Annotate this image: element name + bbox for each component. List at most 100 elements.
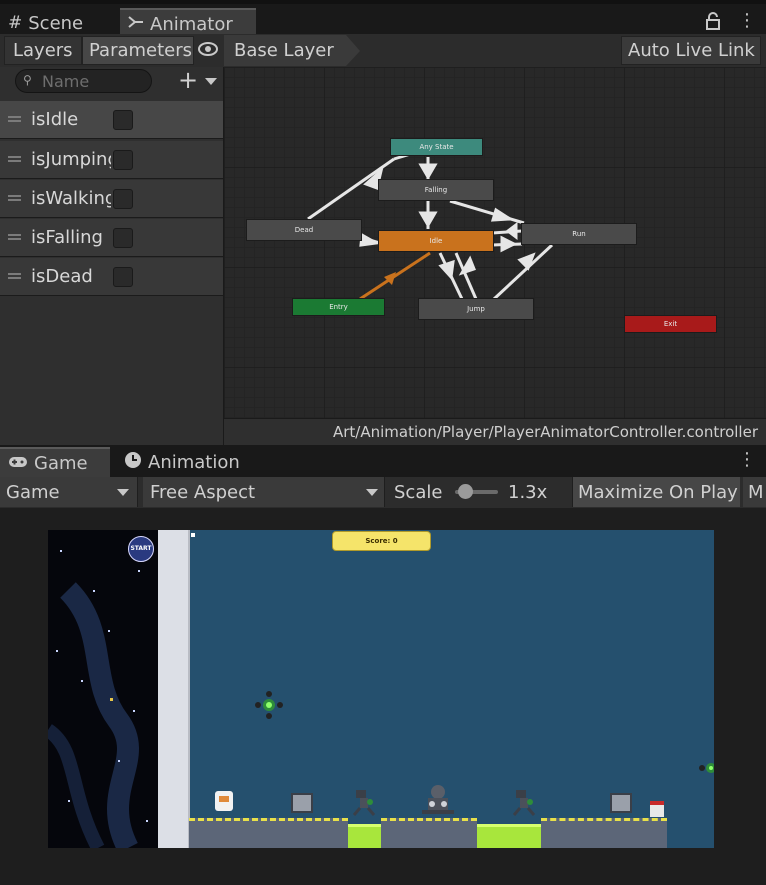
state-label: Falling xyxy=(424,186,448,194)
robot-enemy xyxy=(510,786,540,816)
transition-lines xyxy=(307,145,554,301)
state-idle[interactable]: Idle xyxy=(378,230,494,252)
search-placeholder: Name xyxy=(42,72,90,91)
drone-enemy xyxy=(254,690,284,724)
state-label: Jump xyxy=(467,305,485,313)
scale-slider-thumb[interactable] xyxy=(458,484,473,499)
state-exit[interactable]: Exit xyxy=(624,315,717,333)
tab-animation[interactable]: Animation xyxy=(116,447,256,477)
chevron-down-icon xyxy=(366,489,378,496)
parameter-row[interactable]: isJumping xyxy=(0,141,223,179)
space-background xyxy=(48,550,148,848)
parameter-checkbox[interactable] xyxy=(113,228,133,248)
bottom-tab-bar xyxy=(0,445,766,477)
state-run[interactable]: Run xyxy=(521,223,637,245)
controller-path: Art/Animation/Player/PlayerAnimatorContr… xyxy=(224,418,766,445)
ground-platform xyxy=(381,818,477,848)
drag-handle-icon[interactable] xyxy=(8,273,21,279)
breadcrumb-label: Base Layer xyxy=(234,40,334,61)
tab-game-label: Game xyxy=(34,452,88,474)
breadcrumb-base-layer[interactable]: Base Layer xyxy=(224,35,346,66)
breadcrumb-arrow xyxy=(346,35,360,66)
default-transition-line xyxy=(359,251,431,301)
game-render[interactable]: START Score: 0 xyxy=(48,530,714,848)
more-menu-icon[interactable]: ⋮ xyxy=(738,12,756,30)
scale-label: Scale xyxy=(394,477,442,507)
add-parameter-dropdown-icon[interactable] xyxy=(205,78,217,85)
transition-arrow xyxy=(505,222,518,240)
drone-enemy xyxy=(699,754,714,786)
aspect-dropdown[interactable]: Free Aspect xyxy=(143,477,385,507)
add-parameter-icon[interactable]: + xyxy=(178,68,198,92)
drag-handle-icon[interactable] xyxy=(8,234,21,240)
state-dead[interactable]: Dead xyxy=(246,219,362,241)
tab-scene-label: Scene xyxy=(28,12,84,34)
mech-enemy xyxy=(418,782,458,816)
parameters-tab-label: Parameters xyxy=(89,40,193,61)
parameter-name: isDead xyxy=(31,266,93,287)
state-falling[interactable]: Falling xyxy=(378,179,494,201)
auto-live-link-button[interactable]: Auto Live Link xyxy=(621,36,761,65)
parameter-name: isWalking xyxy=(31,188,111,209)
scale-label-text: Scale xyxy=(394,481,443,503)
mute-audio-button[interactable]: M xyxy=(743,477,766,507)
medkit-pickup xyxy=(650,801,664,817)
robot-enemy xyxy=(350,786,380,816)
grid-icon: # xyxy=(8,13,23,33)
display-dropdown-label: Game xyxy=(6,481,60,503)
state-label: Entry xyxy=(329,303,348,311)
scale-value: 1.3x xyxy=(508,477,547,507)
state-entry[interactable]: Entry xyxy=(292,298,385,316)
search-input[interactable]: ⚲ Name xyxy=(15,69,152,93)
more-menu-icon[interactable]: ⋮ xyxy=(738,451,756,469)
drag-handle-icon[interactable] xyxy=(8,195,21,201)
transition-arrow xyxy=(490,207,515,222)
state-any-state[interactable]: Any State xyxy=(390,138,483,156)
transition-arrow xyxy=(438,259,455,281)
ground-platform xyxy=(189,818,348,848)
parameter-name: isIdle xyxy=(31,109,79,130)
parameter-name: isFalling xyxy=(31,227,103,248)
maximize-on-play-button[interactable]: Maximize On Play xyxy=(572,477,740,507)
parameter-checkbox[interactable] xyxy=(113,150,133,170)
transition-arrow xyxy=(418,211,438,228)
state-jump[interactable]: Jump xyxy=(418,298,534,320)
space-panel: START xyxy=(48,530,158,848)
drag-handle-icon[interactable] xyxy=(8,116,21,122)
parameter-row[interactable]: isWalking xyxy=(0,180,223,218)
transition-line xyxy=(492,243,554,301)
corner-marker xyxy=(191,533,195,537)
chevron-down-icon xyxy=(117,489,129,496)
parameter-row[interactable]: isDead xyxy=(0,258,223,296)
parameter-checkbox[interactable] xyxy=(113,267,133,287)
ground-platform xyxy=(541,818,667,848)
wall-panel xyxy=(158,530,190,848)
state-label: Idle xyxy=(429,237,443,245)
parameter-row[interactable]: isFalling xyxy=(0,219,223,257)
tab-game[interactable]: Game xyxy=(0,447,110,477)
display-dropdown[interactable]: Game xyxy=(0,477,138,507)
layers-tab[interactable]: Layers xyxy=(4,36,82,65)
parameter-row[interactable]: isIdle xyxy=(0,101,223,139)
player-astronaut xyxy=(215,791,233,811)
drag-handle-icon[interactable] xyxy=(8,156,21,162)
transition-arrow xyxy=(458,255,476,276)
auto-live-link-label: Auto Live Link xyxy=(628,40,755,61)
eye-icon[interactable] xyxy=(198,41,218,61)
animator-icon xyxy=(128,14,144,34)
animator-graph[interactable]: Any State Falling Dead Idle Run Entry Ju… xyxy=(224,67,766,418)
parameters-tab[interactable]: Parameters xyxy=(82,36,194,65)
parameter-checkbox[interactable] xyxy=(113,189,133,209)
vent-crate xyxy=(610,793,632,813)
clock-icon xyxy=(124,451,142,474)
parameter-checkbox[interactable] xyxy=(113,110,133,130)
aspect-dropdown-label: Free Aspect xyxy=(150,481,256,503)
scale-value-text: 1.3x xyxy=(508,481,548,503)
vent-crate xyxy=(291,793,313,813)
transition-arrow xyxy=(359,232,381,247)
gamepad-icon xyxy=(8,453,28,473)
tab-animator-label: Animator xyxy=(150,13,233,35)
state-label: Run xyxy=(572,230,586,238)
lock-icon[interactable] xyxy=(706,12,720,34)
acid-pool xyxy=(477,824,541,848)
